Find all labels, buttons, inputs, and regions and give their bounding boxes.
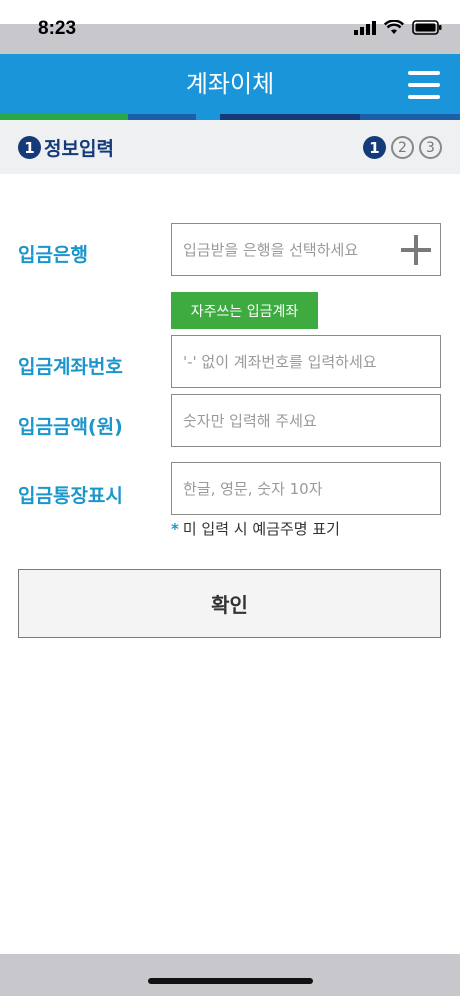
- account-number-label: 입금계좌번호: [18, 356, 123, 378]
- memo-note: * 미 입력 시 예금주명 표기: [171, 518, 340, 539]
- page-title: 계좌이체: [185, 70, 275, 98]
- memo-note-text: 미 입력 시 예금주명 표기: [182, 520, 340, 538]
- account-number-input[interactable]: [172, 336, 440, 387]
- battery-icon: [412, 20, 442, 35]
- amount-label: 입금금액(원): [18, 416, 123, 438]
- home-indicator[interactable]: [148, 978, 313, 984]
- status-bar: 8:23: [0, 0, 460, 54]
- step-title-label: 정보입력: [44, 138, 114, 160]
- bottom-bar: [0, 954, 460, 996]
- memo-input[interactable]: [172, 463, 440, 514]
- step-indicator-bar: 1 정보입력 1 2 3: [0, 120, 460, 174]
- bank-label: 입금은행: [18, 244, 88, 266]
- step-1-badge: 1: [363, 136, 386, 159]
- bank-select-input[interactable]: [172, 224, 440, 275]
- step-2-badge: 2: [391, 136, 414, 159]
- confirm-button[interactable]: 확인: [18, 569, 441, 638]
- app-header: 계좌이체: [0, 54, 460, 114]
- step-title: 1 정보입력: [18, 134, 114, 161]
- account-number-field[interactable]: [171, 335, 441, 388]
- note-asterisk: *: [171, 520, 179, 538]
- status-icons: [354, 20, 442, 35]
- amount-field[interactable]: [171, 394, 441, 447]
- current-step-badge: 1: [18, 136, 41, 159]
- step-3-badge: 3: [419, 136, 442, 159]
- menu-button[interactable]: [408, 71, 442, 99]
- amount-input[interactable]: [172, 395, 440, 446]
- wifi-icon: [384, 20, 404, 34]
- favorite-accounts-button[interactable]: 자주쓰는 입금계좌: [171, 292, 318, 329]
- bank-field[interactable]: [171, 223, 441, 276]
- memo-label: 입금통장표시: [18, 485, 123, 507]
- hamburger-icon-line: [408, 83, 440, 87]
- hamburger-icon-line: [408, 71, 440, 75]
- hamburger-icon-line: [408, 95, 440, 99]
- memo-field[interactable]: [171, 462, 441, 515]
- add-bank-button[interactable]: [401, 235, 431, 265]
- plus-icon: [414, 235, 418, 265]
- step-progress: 1 2 3: [363, 136, 442, 159]
- status-time: 8:23: [38, 18, 77, 39]
- cellular-signal-icon: [354, 20, 376, 35]
